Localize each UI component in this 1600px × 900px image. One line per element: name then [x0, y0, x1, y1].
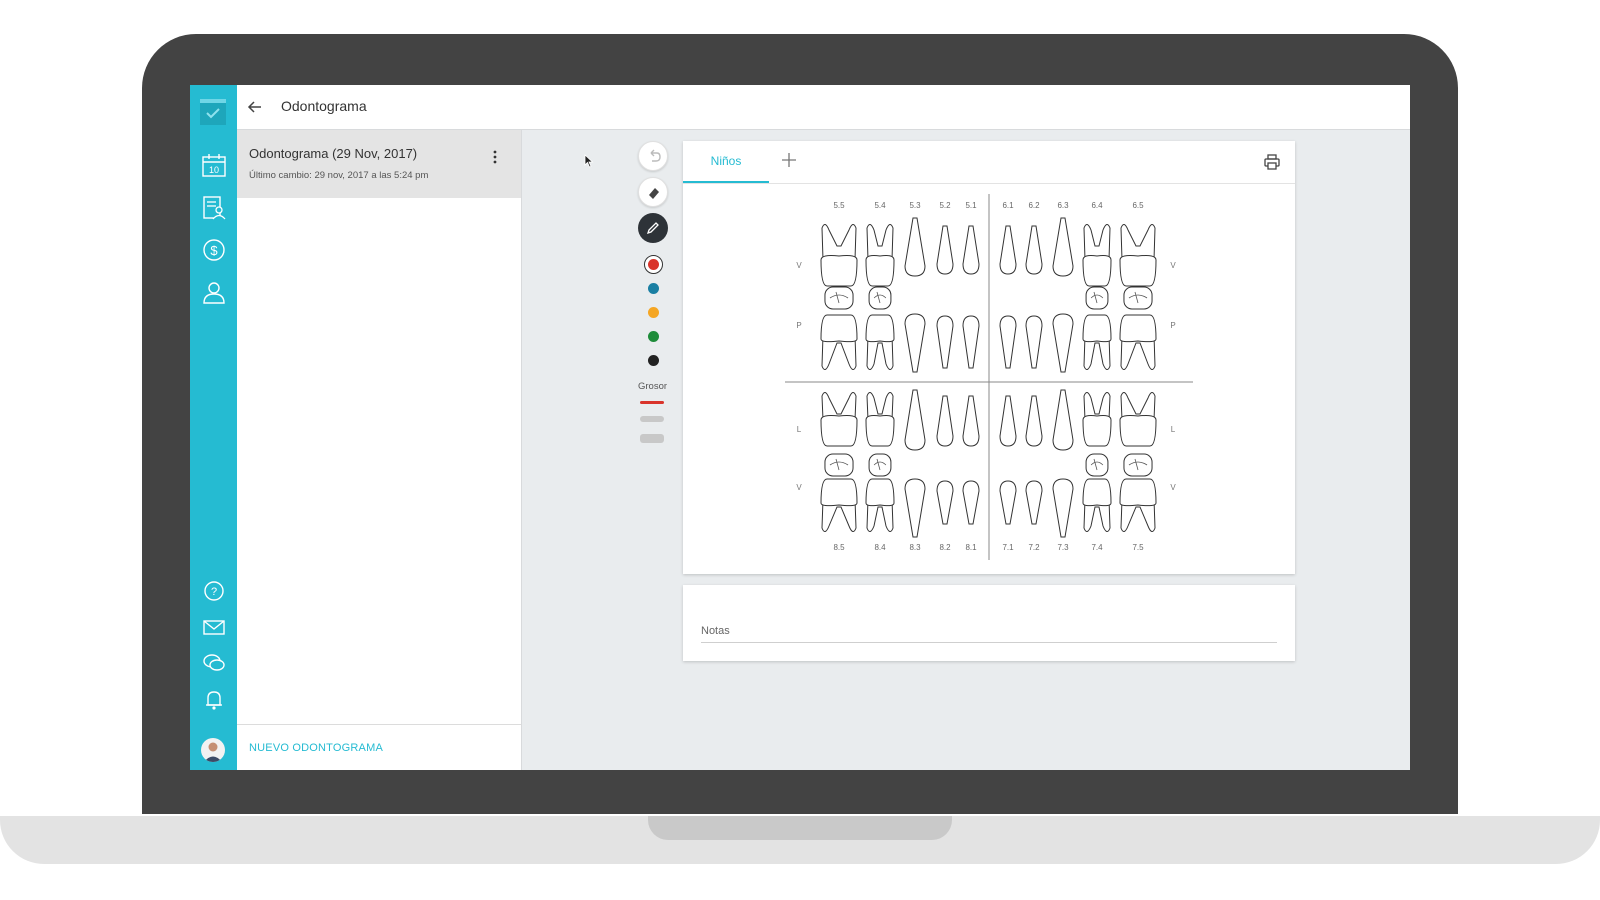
tooth-number-label: 7.4: [1091, 543, 1103, 552]
icon-rail: 10 $ ?: [190, 85, 237, 770]
calendar-icon[interactable]: 10: [201, 153, 227, 179]
color-swatch[interactable]: [648, 307, 659, 318]
tab-bar: Niños: [683, 141, 1295, 184]
tooth-number-label: 8.1: [965, 543, 977, 552]
tooth-number-label: 5.4: [874, 201, 886, 210]
laptop-notch: [648, 816, 952, 840]
tooth-7.5[interactable]: [1119, 392, 1157, 532]
bell-icon[interactable]: [201, 686, 227, 712]
tooth-number-label: 5.3: [909, 201, 921, 210]
thickness-label: Grosor: [638, 381, 668, 392]
notes-card: Notas: [683, 585, 1295, 661]
odontogram-list-panel: Odontograma (29 Nov, 2017) Último cambio…: [237, 130, 522, 770]
odontogram-chart[interactable]: 5.5 8.5 5.4 8.4 5.3 8.3 5.2 8.2 5.1 8.1 6.1 7.1 6.2 7…: [683, 184, 1295, 574]
surface-side-label: P: [796, 321, 801, 330]
tooth-6.1[interactable]: [999, 225, 1017, 369]
tooth-number-label: 8.5: [833, 543, 845, 552]
color-swatch[interactable]: [648, 259, 659, 270]
tooth-5.2[interactable]: [936, 225, 954, 369]
tooth-number-label: 6.3: [1057, 201, 1069, 210]
patient-records-icon[interactable]: [201, 195, 227, 221]
undo-button[interactable]: [638, 141, 668, 171]
thickness-option[interactable]: [640, 401, 664, 404]
notes-label: Notas: [701, 625, 730, 637]
surface-side-label: P: [1170, 321, 1175, 330]
svg-text:?: ?: [211, 586, 217, 598]
tooth-6.5[interactable]: [1119, 224, 1157, 370]
thickness-option[interactable]: [640, 416, 664, 422]
tooth-number-label: 6.2: [1028, 201, 1040, 210]
new-odontogram-bar: NUEVO ODONTOGRAMA: [237, 724, 521, 770]
tooth-8.1[interactable]: [962, 395, 980, 525]
eraser-button[interactable]: [638, 177, 668, 207]
mail-icon[interactable]: [201, 614, 227, 640]
tooth-number-label: 7.1: [1002, 543, 1014, 552]
surface-side-label: V: [796, 261, 802, 270]
tooth-5.3[interactable]: [904, 217, 926, 373]
app-screen: 10 $ ? Odontograma Odontograma (29 Nov, …: [190, 85, 1410, 770]
tooth-7.4[interactable]: [1082, 392, 1112, 532]
tooth-number-label: 6.5: [1132, 201, 1144, 210]
tooth-8.4[interactable]: [865, 392, 895, 532]
page-title: Odontograma: [281, 98, 367, 114]
app-logo-icon[interactable]: [200, 99, 226, 125]
pencil-icon: [646, 222, 659, 235]
tooth-5.5[interactable]: [820, 224, 858, 370]
avatar[interactable]: [201, 738, 225, 762]
tooth-7.1[interactable]: [999, 395, 1017, 525]
tooth-number-label: 8.4: [874, 543, 886, 552]
surface-side-label: V: [1170, 483, 1176, 492]
tooth-number-label: 7.3: [1057, 543, 1069, 552]
notes-input[interactable]: [701, 642, 1277, 643]
tooth-7.2[interactable]: [1025, 395, 1043, 525]
tooth-number-label: 8.3: [909, 543, 921, 552]
surface-side-label: V: [796, 483, 802, 492]
tooth-5.4[interactable]: [865, 224, 895, 370]
help-icon[interactable]: ?: [201, 578, 227, 604]
tooth-number-label: 7.5: [1132, 543, 1144, 552]
mouse-cursor-icon: [584, 154, 594, 173]
add-tab-icon[interactable]: [779, 150, 799, 175]
tooth-8.2[interactable]: [936, 395, 954, 525]
tooth-8.3[interactable]: [904, 389, 926, 538]
surface-side-label: V: [1170, 261, 1176, 270]
record-subtitle: Último cambio: 29 nov, 2017 a las 5:24 p…: [249, 170, 429, 181]
tooth-6.2[interactable]: [1025, 225, 1043, 369]
tooth-6.3[interactable]: [1052, 217, 1074, 373]
tooth-7.3[interactable]: [1052, 389, 1074, 538]
list-item[interactable]: Odontograma (29 Nov, 2017) Último cambio…: [237, 130, 521, 198]
tooth-number-label: 5.5: [833, 201, 845, 210]
tooth-number-label: 5.1: [965, 201, 977, 210]
tooth-number-label: 7.2: [1028, 543, 1040, 552]
tooth-6.4[interactable]: [1082, 224, 1112, 370]
svg-text:$: $: [210, 243, 218, 258]
color-swatch[interactable]: [648, 283, 659, 294]
surface-side-label: L: [1171, 425, 1176, 434]
calendar-day: 10: [209, 165, 219, 175]
tooth-number-label: 5.2: [939, 201, 951, 210]
pencil-button[interactable]: [638, 213, 668, 243]
print-icon[interactable]: [1263, 153, 1281, 176]
tooth-number-label: 8.2: [939, 543, 951, 552]
tooth-number-label: 6.4: [1091, 201, 1103, 210]
color-swatch[interactable]: [648, 331, 659, 342]
new-odontogram-button[interactable]: NUEVO ODONTOGRAMA: [249, 742, 383, 754]
eraser-icon: [649, 188, 659, 199]
back-arrow-icon[interactable]: [245, 97, 265, 122]
undo-icon: [650, 149, 661, 162]
thickness-option[interactable]: [640, 434, 664, 443]
color-swatch[interactable]: [648, 355, 659, 366]
billing-icon[interactable]: $: [201, 237, 227, 263]
tooth-number-label: 6.1: [1002, 201, 1014, 210]
chat-icon[interactable]: [201, 650, 227, 676]
tab-ninos[interactable]: Niños: [683, 141, 769, 183]
top-bar: Odontograma: [237, 85, 1410, 130]
more-options-icon[interactable]: [492, 150, 498, 169]
record-title: Odontograma (29 Nov, 2017): [249, 146, 418, 161]
odontogram-card: Niños 5.5 8.5 5.4 8.4 5.3 8.3 5.2 8.2 5.1 8.1 6.1 7…: [683, 141, 1295, 574]
tooth-8.5[interactable]: [820, 392, 858, 532]
surface-side-label: L: [797, 425, 802, 434]
tooth-5.1[interactable]: [962, 225, 980, 369]
profile-icon[interactable]: [201, 279, 227, 305]
